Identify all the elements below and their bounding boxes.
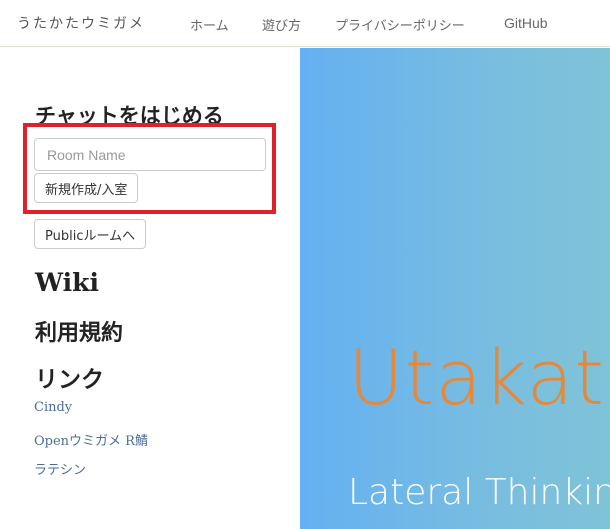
- sidebar: チャットをはじめる 新規作成/入室 Publicルームへ Wiki 利用規約 リ…: [0, 48, 300, 529]
- hero-title: Utakata: [348, 333, 610, 422]
- room-name-input[interactable]: [34, 138, 266, 171]
- nav-home-link[interactable]: ホーム: [190, 15, 229, 34]
- hero-banner: Utakata Lateral Thinking: [300, 48, 610, 529]
- link-lateshin[interactable]: ラテシン: [34, 459, 86, 478]
- brand-logo[interactable]: うたかたウミガメ: [17, 13, 145, 33]
- hero-subtitle: Lateral Thinking: [348, 472, 610, 513]
- public-room-button[interactable]: Publicルームへ: [34, 219, 147, 249]
- links-heading: リンク: [35, 366, 104, 393]
- nav-privacy-policy-link[interactable]: プライバシーポリシー: [335, 15, 465, 34]
- wiki-link[interactable]: Wiki: [35, 268, 99, 297]
- link-cindy[interactable]: Cindy: [34, 400, 72, 415]
- nav-how-to-play-link[interactable]: 遊び方: [262, 15, 301, 34]
- nav-github-link[interactable]: GitHub: [504, 15, 548, 31]
- link-open-umigame[interactable]: Openウミガメ R鯖: [34, 430, 148, 449]
- terms-of-use-link[interactable]: 利用規約: [35, 315, 123, 347]
- navbar: うたかたウミガメ ホーム 遊び方 プライバシーポリシー GitHub: [0, 0, 610, 47]
- create-enter-room-button[interactable]: 新規作成/入室: [34, 173, 139, 203]
